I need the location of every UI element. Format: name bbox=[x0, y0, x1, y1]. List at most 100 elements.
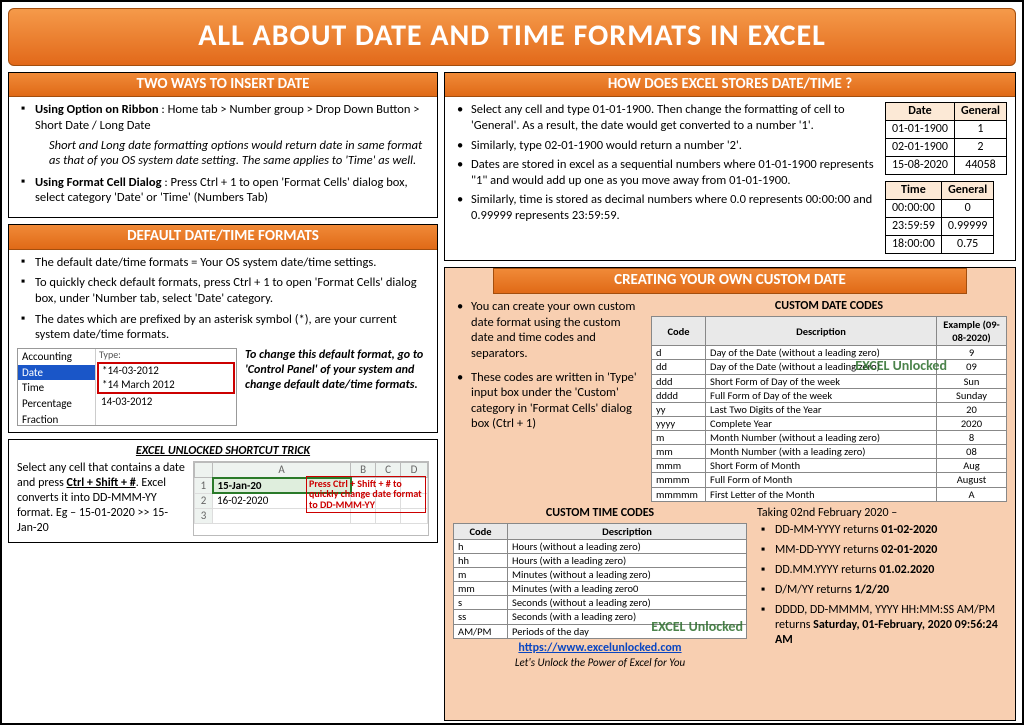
tt-r3c2: 0.75 bbox=[941, 236, 994, 254]
ret-2: MM-DD-YYYY returns 02-01-2020 bbox=[761, 543, 1007, 558]
date-codes-wrap: CUSTOM DATE CODES Code Description Examp… bbox=[651, 299, 1007, 502]
dc-r: d bbox=[652, 346, 706, 360]
ret-4a: D/M/YY returns bbox=[775, 583, 854, 597]
row3-h: 3 bbox=[195, 509, 213, 524]
tt-r2c2: 0.99999 bbox=[941, 218, 994, 236]
site-link[interactable]: https://www.excelunlocked.com bbox=[453, 641, 747, 656]
returns-list: DD-MM-YYYY returns 01-02-2020 MM-DD-YYYY… bbox=[757, 523, 1007, 648]
tc-h2: Description bbox=[508, 523, 747, 539]
stores-text: Select any cell and type 01-01-1900. The… bbox=[453, 102, 877, 254]
shortcut-row: Select any cell that contains a date and… bbox=[17, 461, 429, 536]
tt-r2c1: 23:59:59 bbox=[885, 218, 941, 236]
insert-date-box: TWO WAYS TO INSERT DATE Using Option on … bbox=[8, 72, 438, 219]
dc-r: Day of the Date (without a leading zero) bbox=[706, 346, 937, 360]
dc-r: m bbox=[652, 431, 706, 445]
defaults-b2: To quickly check default formats, press … bbox=[21, 275, 429, 306]
tc-r: ss bbox=[454, 610, 508, 624]
tt-r3c1: 18:00:00 bbox=[885, 236, 941, 254]
ret-3b: 01.02.2020 bbox=[879, 563, 934, 577]
mini-sheet: A B C D 1 15-Jan-20 2 bbox=[193, 461, 429, 536]
dc-r: Month Number (with a leading zero) bbox=[706, 445, 937, 459]
dc-r: Day of the Date (without a leading zero) bbox=[706, 360, 937, 374]
type-list: Type: *14-03-2012 *14 March 2012 14-03-2… bbox=[96, 349, 236, 425]
insert-opt2-lead: Using Format Cell Dialog bbox=[35, 175, 162, 190]
dt-r2c2: 2 bbox=[954, 139, 1006, 157]
custom-p1: You can create your own custom date form… bbox=[457, 299, 643, 362]
ret-4: D/M/YY returns 1/2/20 bbox=[761, 583, 1007, 598]
dc-r: Short Form of Month bbox=[706, 459, 937, 473]
stores-list: Select any cell and type 01-01-1900. The… bbox=[453, 102, 877, 223]
type-item-2: *14 March 2012 bbox=[99, 378, 233, 392]
cat-fraction: Fraction bbox=[18, 412, 95, 426]
dc-r: 08 bbox=[937, 445, 1007, 459]
dc-r: dd bbox=[652, 360, 706, 374]
ret-1: DD-MM-YYYY returns 01-02-2020 bbox=[761, 523, 1007, 538]
ret-1a: DD-MM-YYYY returns bbox=[775, 523, 881, 537]
ret-3: DD.MM.YYYY returns 01.02.2020 bbox=[761, 563, 1007, 578]
tc-r: s bbox=[454, 596, 508, 610]
date-codes-table: Code Description Example (09-08-2020) dD… bbox=[651, 316, 1007, 502]
tc-r: Periods of the day bbox=[508, 624, 747, 638]
cat-percentage: Percentage bbox=[18, 396, 95, 412]
stores-b1: Select any cell and type 01-01-1900. The… bbox=[457, 102, 877, 133]
insert-opt1-lead: Using Option on Ribbon bbox=[35, 102, 159, 117]
dc-r: dddd bbox=[652, 388, 706, 402]
dc-h3: Example (09-08-2020) bbox=[937, 317, 1007, 346]
cat-date: Date bbox=[18, 365, 95, 381]
defaults-list: The default date/time formats = Your OS … bbox=[17, 255, 429, 343]
tc-r: AM/PM bbox=[454, 624, 508, 638]
dc-r: mmm bbox=[652, 459, 706, 473]
dc-r: 9 bbox=[937, 346, 1007, 360]
shortcut-keys: Ctrl + Shift + # bbox=[66, 476, 135, 490]
dt-r1c2: 1 bbox=[954, 121, 1006, 139]
stores-box: HOW DOES EXCEL STORES DATE/TIME ? Select… bbox=[444, 72, 1016, 262]
dc-h1: Code bbox=[652, 317, 706, 346]
dc-r: Sunday bbox=[937, 388, 1007, 402]
dc-r: yyyy bbox=[652, 416, 706, 430]
insert-note: Short and Long date formatting options w… bbox=[49, 138, 429, 169]
columns: TWO WAYS TO INSERT DATE Using Option on … bbox=[8, 72, 1016, 721]
insert-option-dialog: Using Format Cell Dialog : Press Ctrl + … bbox=[21, 175, 429, 206]
time-general-table: TimeGeneral 00:00:000 23:59:590.99999 18… bbox=[885, 181, 994, 254]
custom-title: CREATING YOUR OWN CUSTOM DATE bbox=[493, 268, 967, 294]
ret-2a: MM-DD-YYYY returns bbox=[775, 543, 881, 557]
dc-r: First Letter of the Month bbox=[706, 487, 937, 501]
asterisk-highlight: *14-03-2012 *14 March 2012 bbox=[97, 362, 235, 394]
dt-r3c2: 44058 bbox=[954, 157, 1006, 175]
tc-r: mm bbox=[454, 582, 508, 596]
shortcut-box: EXCEL UNLOCKED SHORTCUT TRICK Select any… bbox=[8, 439, 438, 543]
dt-r1c1: 01-01-1900 bbox=[885, 121, 954, 139]
ret-2b: 02-01-2020 bbox=[881, 543, 937, 557]
tc-r: m bbox=[454, 568, 508, 582]
dt-h1: Date bbox=[885, 103, 954, 121]
custom-left: You can create your own custom date form… bbox=[453, 299, 643, 502]
category-list: Accounting Date Time Percentage Fraction bbox=[18, 349, 96, 425]
cat-accounting: Accounting bbox=[18, 349, 95, 365]
date-codes-title: CUSTOM DATE CODES bbox=[651, 299, 1007, 314]
time-codes-wrap: CUSTOM TIME CODES Code Description hHour… bbox=[453, 506, 747, 670]
dc-r: yy bbox=[652, 402, 706, 416]
tt-r1c1: 00:00:00 bbox=[885, 200, 941, 218]
dt-r2c1: 02-01-1900 bbox=[885, 139, 954, 157]
dt-r3c1: 15-08-2020 bbox=[885, 157, 954, 175]
page: ALL ABOUT DATE AND TIME FORMATS IN EXCEL… bbox=[0, 0, 1024, 725]
tc-r: h bbox=[454, 539, 508, 553]
ret-4b: 1/2/20 bbox=[854, 583, 889, 597]
stores-b3: Dates are stored in excel as a sequentia… bbox=[457, 157, 877, 188]
defaults-b3: The dates which are prefixed by an aster… bbox=[21, 312, 429, 343]
stores-title: HOW DOES EXCEL STORES DATE/TIME ? bbox=[445, 73, 1015, 98]
dc-r: 8 bbox=[937, 431, 1007, 445]
tc-r: Seconds (with a leading zero) bbox=[508, 610, 747, 624]
right-column: HOW DOES EXCEL STORES DATE/TIME ? Select… bbox=[444, 72, 1016, 721]
stores-b2: Similarly, type 02-01-1900 would return … bbox=[457, 138, 877, 154]
dc-r: 09 bbox=[937, 360, 1007, 374]
dc-r: A bbox=[937, 487, 1007, 501]
row2-h: 2 bbox=[195, 493, 213, 508]
dc-r: 20 bbox=[937, 402, 1007, 416]
dc-r: Aug bbox=[937, 459, 1007, 473]
defaults-side-note: To change this default format, go to 'Co… bbox=[245, 348, 429, 393]
tc-r: Seconds (without a leading zero) bbox=[508, 596, 747, 610]
dc-r: mm bbox=[652, 445, 706, 459]
shortcut-title: EXCEL UNLOCKED SHORTCUT TRICK bbox=[17, 444, 429, 459]
time-codes-table: Code Description hHours (without a leadi… bbox=[453, 523, 747, 639]
